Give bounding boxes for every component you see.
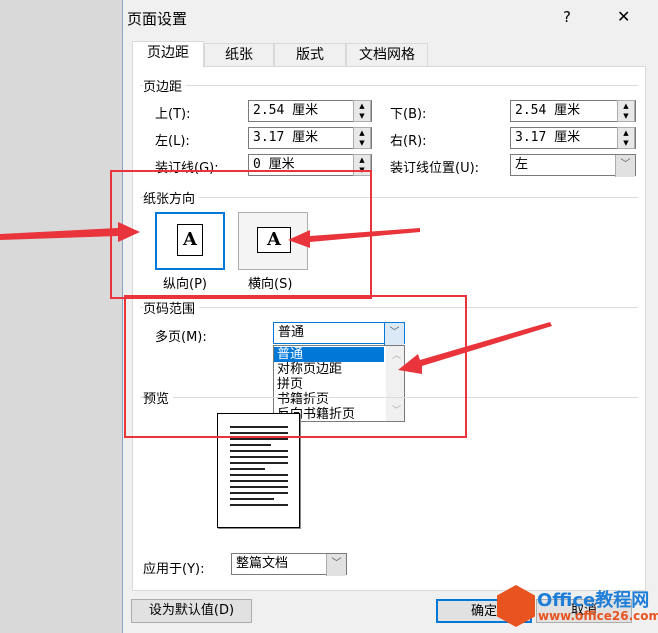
arrow-icon [0, 222, 140, 242]
annotation-arrows [0, 222, 552, 374]
arrow-icon [288, 228, 420, 248]
arrow-icon [398, 322, 552, 374]
